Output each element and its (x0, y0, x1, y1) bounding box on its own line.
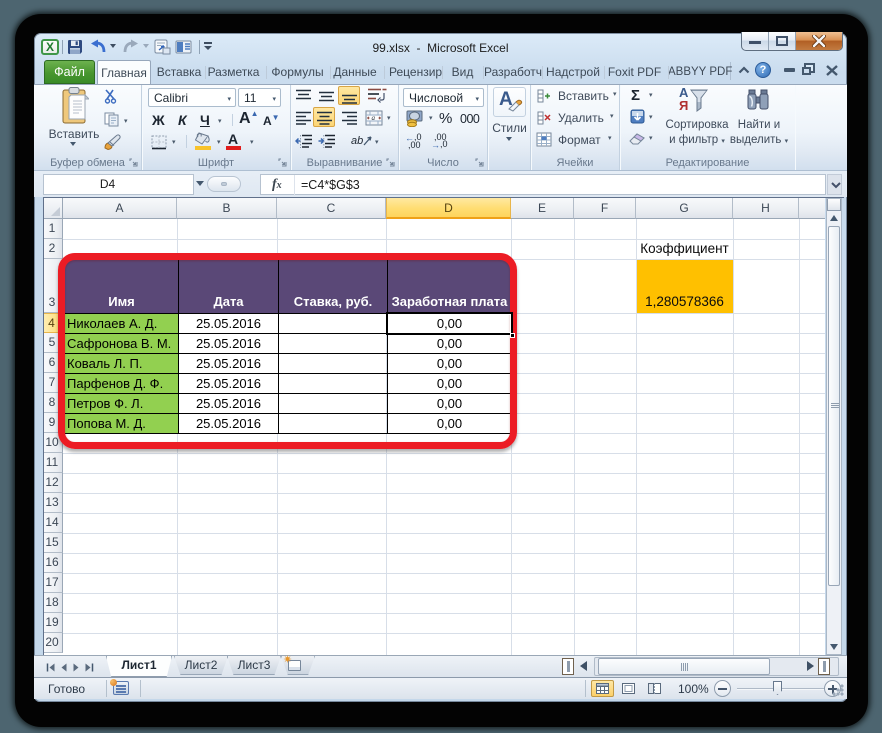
svg-text:a: a (372, 114, 376, 122)
svg-text:ab: ab (351, 135, 363, 147)
